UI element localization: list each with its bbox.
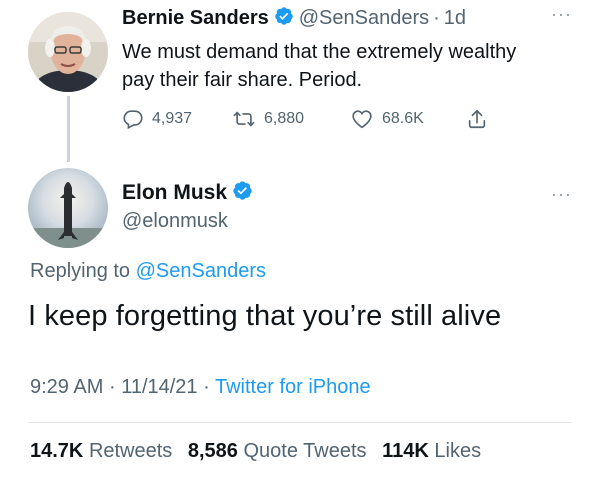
author-handle[interactable]: @elonmusk bbox=[122, 210, 228, 233]
likes-stat[interactable]: 114K Likes bbox=[382, 440, 491, 462]
reply-count: 4,937 bbox=[152, 110, 193, 127]
author-name[interactable]: Bernie Sanders bbox=[122, 7, 269, 30]
share-button[interactable] bbox=[466, 108, 496, 130]
author-handle[interactable]: @SenSanders bbox=[299, 7, 429, 30]
tweet-stats: 14.7K Retweets 8,586 Quote Tweets 114K L… bbox=[30, 440, 491, 463]
likes-label: Likes bbox=[434, 440, 482, 462]
main-tweet[interactable]: Elon Musk @elonmusk ··· Replying to @Sen… bbox=[0, 160, 600, 482]
divider bbox=[28, 422, 572, 423]
likes-count: 114K bbox=[382, 440, 429, 462]
verified-badge-icon bbox=[232, 180, 253, 206]
share-icon bbox=[468, 109, 486, 129]
like-icon bbox=[352, 110, 372, 129]
quote-tweets-count: 8,586 bbox=[187, 440, 238, 462]
retweet-button[interactable]: 6,880 bbox=[232, 108, 350, 130]
avatar-elon-musk[interactable] bbox=[28, 168, 108, 248]
author-name[interactable]: Elon Musk bbox=[122, 181, 227, 205]
like-button[interactable]: 68.6K bbox=[350, 108, 466, 130]
parent-tweet-text: We must demand that the extremely wealth… bbox=[122, 41, 517, 91]
parent-tweet-header: Bernie Sanders @SenSanders · 1d bbox=[122, 6, 466, 31]
tweet-source-link[interactable]: Twitter for iPhone bbox=[215, 376, 371, 398]
verified-badge-icon bbox=[274, 6, 294, 31]
reply-icon bbox=[123, 110, 143, 130]
retweets-label: Retweets bbox=[88, 440, 173, 462]
tweet-actions: 4,937 6,880 68.6K bbox=[122, 108, 522, 130]
like-count: 68.6K bbox=[382, 110, 424, 127]
replying-prefix: Replying to bbox=[30, 260, 131, 282]
tweet-metadata: 9:29 AM · 11/14/21 · Twitter for iPhone bbox=[30, 376, 371, 399]
more-icon[interactable]: ··· bbox=[551, 4, 572, 25]
quote-tweets-stat[interactable]: 8,586 Quote Tweets bbox=[188, 440, 377, 462]
retweet-count: 6,880 bbox=[264, 110, 305, 127]
separator-dot: · bbox=[203, 376, 210, 398]
retweets-stat[interactable]: 14.7K Retweets bbox=[30, 440, 182, 462]
replying-to-handle-link[interactable]: @SenSanders bbox=[136, 260, 266, 282]
main-tweet-header: Elon Musk bbox=[122, 180, 258, 206]
tweet-date[interactable]: 11/14/21 bbox=[121, 376, 197, 398]
quote-tweets-label: Quote Tweets bbox=[243, 440, 367, 462]
retweet-icon bbox=[233, 111, 255, 127]
main-tweet-text: I keep forgetting that you’re still aliv… bbox=[28, 300, 502, 332]
separator-dot: · bbox=[433, 7, 440, 29]
retweets-count: 14.7K bbox=[30, 440, 84, 462]
avatar-image bbox=[28, 168, 108, 248]
avatar-bernie-sanders[interactable] bbox=[28, 12, 108, 92]
thread-connector-line bbox=[67, 96, 70, 162]
tweet-timestamp[interactable]: 1d bbox=[444, 7, 466, 30]
reply-button[interactable]: 4,937 bbox=[122, 108, 232, 130]
avatar-image bbox=[28, 12, 108, 92]
replying-to: Replying to @SenSanders bbox=[30, 260, 266, 283]
tweet-time[interactable]: 9:29 AM bbox=[30, 376, 103, 398]
parent-tweet[interactable]: Bernie Sanders @SenSanders · 1d ··· We m… bbox=[0, 0, 600, 162]
more-icon[interactable]: ··· bbox=[551, 184, 572, 205]
separator-dot: · bbox=[108, 376, 116, 398]
